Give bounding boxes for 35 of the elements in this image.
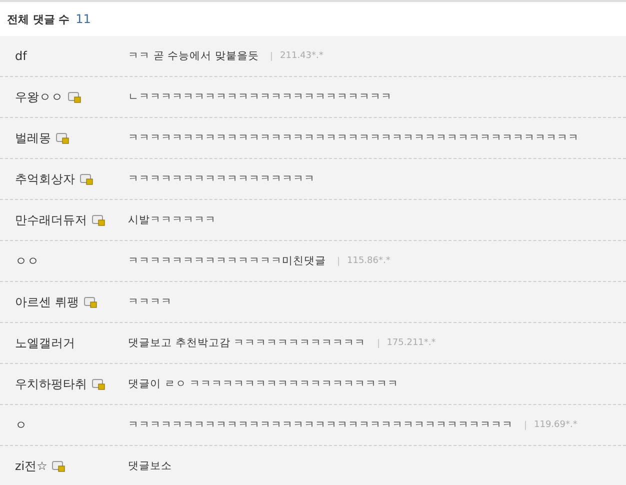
author-name[interactable]: 노엘갤러거 xyxy=(15,334,75,352)
author-name[interactable]: 벌레몽 xyxy=(15,130,51,146)
comment-text: 댓글이 ㄹㅇ ㅋㅋㅋㅋㅋㅋㅋㅋㅋㅋㅋㅋㅋㅋㅋㅋㅋㅋㅋ xyxy=(128,377,399,391)
comment-text: ㅋㅋ 곧 수능에서 맞붙을듯 xyxy=(128,49,260,63)
author-name[interactable]: ㅇ xyxy=(15,416,27,434)
comment-text: ㅋㅋㅋㅋ xyxy=(128,295,172,309)
member-icon xyxy=(92,378,105,390)
comment-text: 시발ㅋㅋㅋㅋㅋㅋ xyxy=(128,213,216,227)
comment-text: 댓글보소 xyxy=(128,459,172,473)
ip-address: 175.211*.* xyxy=(386,338,436,348)
author-name[interactable]: 추억회상자 xyxy=(15,170,75,188)
ip-address: 119.69*.* xyxy=(534,420,578,430)
ip-address: 211.43*.* xyxy=(280,51,324,61)
member-icon xyxy=(56,132,69,144)
author-name[interactable]: df xyxy=(15,49,27,63)
member-icon xyxy=(84,296,97,308)
author-name[interactable]: 아르센 뤼팽 xyxy=(15,294,79,310)
member-icon xyxy=(52,460,66,472)
ip-address: 115.86*.* xyxy=(347,256,390,266)
comment-count: 11 xyxy=(76,12,91,26)
comment-text: ㅋㅋㅋㅋㅋㅋㅋㅋㅋㅋㅋㅋㅋㅋㅋㅋㅋ xyxy=(128,172,315,186)
author-name[interactable]: 우왕ㅇㅇ xyxy=(15,88,63,106)
member-icon xyxy=(80,173,93,185)
comment-text: ㅋㅋㅋㅋㅋㅋㅋㅋㅋㅋㅋㅋㅋㅋㅋㅋㅋㅋㅋㅋㅋㅋㅋㅋㅋㅋㅋㅋㅋㅋㅋㅋㅋㅋㅋㅋㅋㅋㅋㅋㅋ xyxy=(128,131,579,145)
comment-text: ㄴㅋㅋㅋㅋㅋㅋㅋㅋㅋㅋㅋㅋㅋㅋㅋㅋㅋㅋㅋㅋㅋㅋㅋ xyxy=(128,90,392,104)
member-icon xyxy=(68,91,81,103)
author-name[interactable]: 만수래더듀저 xyxy=(15,212,87,228)
comment-text: ㅋㅋㅋㅋㅋㅋㅋㅋㅋㅋㅋㅋㅋㅋ미친댓글 xyxy=(128,254,326,268)
comment-count-label: 전체 댓글 수 xyxy=(7,12,70,26)
author-name[interactable]: ㅇㅇ xyxy=(15,252,39,270)
member-icon xyxy=(92,214,105,226)
comment-text: ㅋㅋㅋㅋㅋㅋㅋㅋㅋㅋㅋㅋㅋㅋㅋㅋㅋㅋㅋㅋㅋㅋㅋㅋㅋㅋㅋㅋㅋㅋㅋㅋㅋㅋㅋ xyxy=(128,418,513,432)
author-name[interactable]: 우치하펑타취 xyxy=(15,376,87,392)
author-name[interactable]: zi전☆ xyxy=(15,458,48,474)
comment-text: 댓글보고 추천박고감 ㅋㅋㅋㅋㅋㅋㅋㅋㅋㅋㅋㅋ xyxy=(128,336,366,350)
